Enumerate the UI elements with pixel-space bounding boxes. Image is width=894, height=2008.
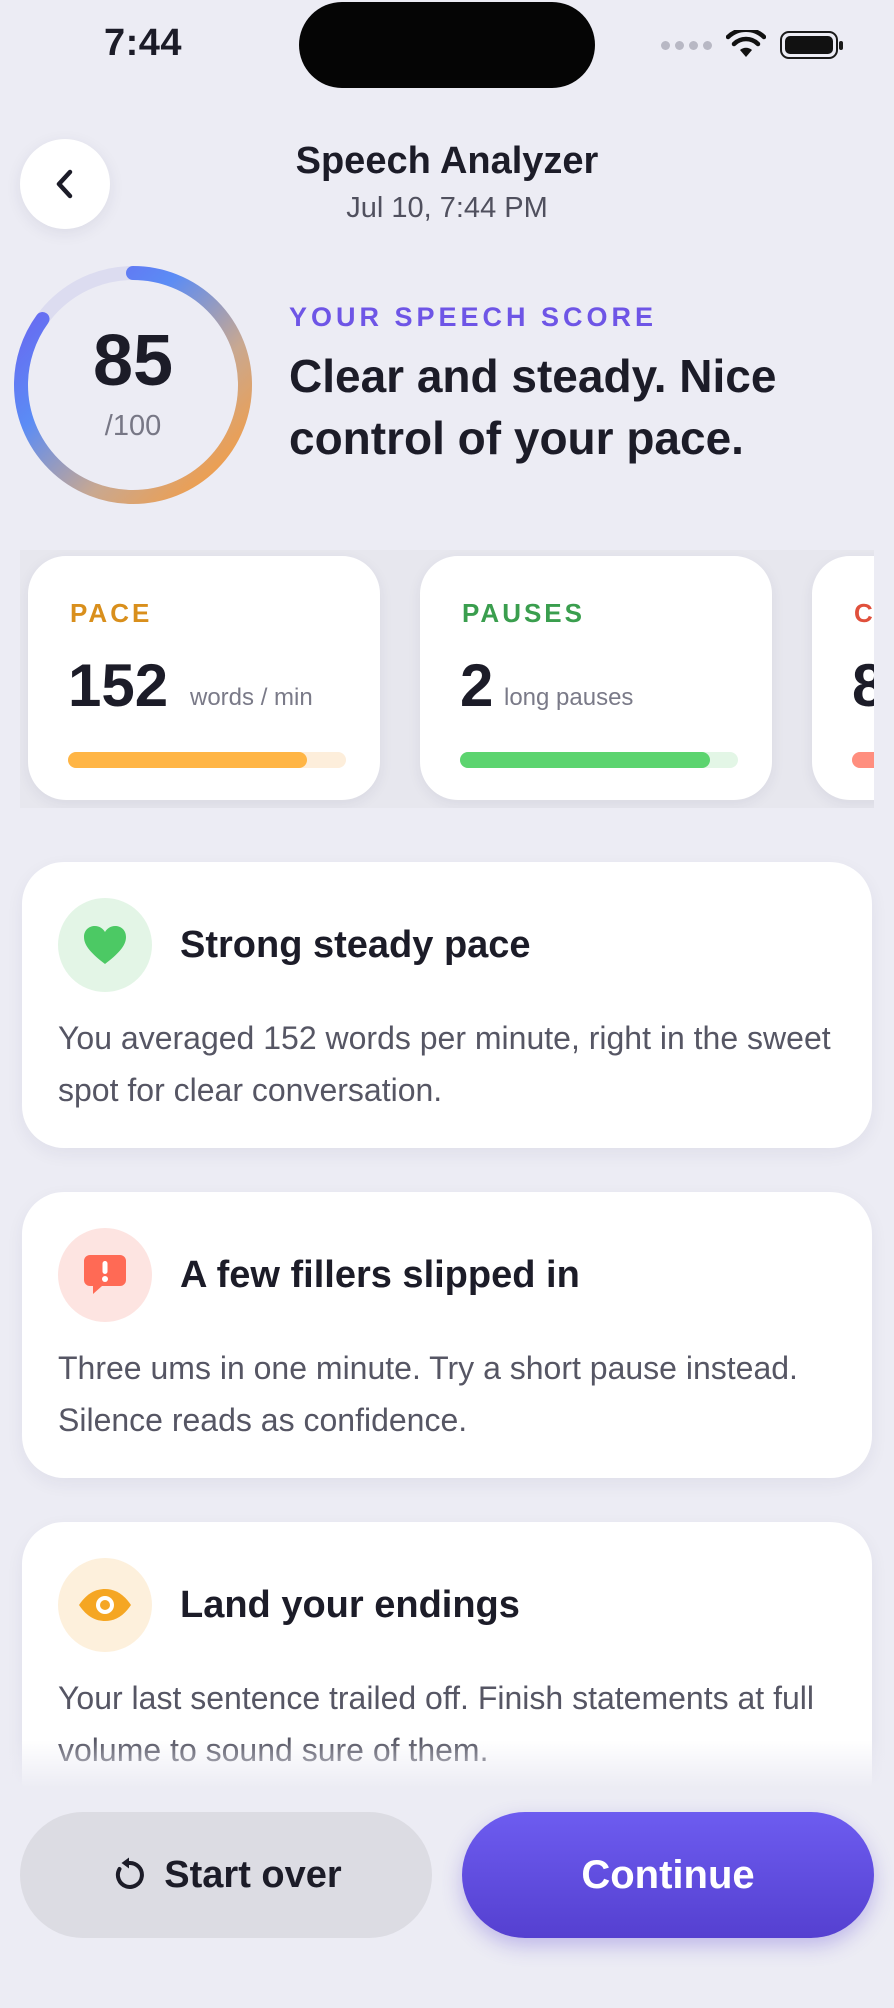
metric-value: 8 bbox=[852, 652, 874, 719]
page-subtitle: Jul 10, 7:44 PM bbox=[346, 192, 548, 224]
battery-icon bbox=[780, 31, 843, 59]
status-time: 7:44 bbox=[104, 22, 183, 64]
status-bar: 7:44 bbox=[0, 0, 894, 100]
insight-icon-badge bbox=[58, 1228, 152, 1322]
insight-icon-badge bbox=[58, 1558, 152, 1652]
insight-card-fillers: A few fillers slipped in Three ums in on… bbox=[22, 1192, 872, 1478]
metric-title: PACE bbox=[70, 598, 153, 628]
restart-icon bbox=[116, 1857, 145, 1889]
continue-label: Continue bbox=[581, 1852, 755, 1897]
insight-card-pace: Strong steady pace You averaged 152 word… bbox=[22, 862, 872, 1148]
metric-unit: long pauses bbox=[504, 684, 634, 711]
cellular-signal-icon bbox=[661, 40, 712, 50]
continue-button[interactable]: Continue bbox=[462, 1812, 874, 1938]
insight-body: You averaged 152 words per minute, right… bbox=[58, 1020, 831, 1108]
dynamic-island bbox=[299, 2, 595, 88]
metric-bar-track bbox=[460, 752, 738, 768]
page-title: Speech Analyzer bbox=[295, 140, 599, 182]
metric-title: PAUSES bbox=[462, 598, 585, 628]
insight-title: Strong steady pace bbox=[180, 924, 531, 966]
score-denominator: /100 bbox=[104, 410, 162, 442]
metric-title: CO bbox=[854, 598, 874, 628]
metric-bar-fill bbox=[68, 752, 308, 768]
insight-body: Three ums in one minute. Try a short pau… bbox=[58, 1350, 798, 1438]
eye-icon bbox=[79, 1589, 131, 1621]
metrics-carousel[interactable]: PACE 152 words / min PAUSES 2 long pause… bbox=[20, 550, 874, 808]
insight-title: Land your endings bbox=[180, 1584, 520, 1626]
start-over-label: Start over bbox=[164, 1853, 342, 1896]
wifi-icon bbox=[726, 30, 766, 57]
metric-card-partial[interactable]: CO 8 bbox=[812, 556, 874, 800]
metric-card-pace[interactable]: PACE 152 words / min bbox=[28, 556, 380, 800]
metric-bar-track bbox=[68, 752, 346, 768]
scroll-fade bbox=[0, 1740, 894, 1788]
heart-icon bbox=[84, 926, 126, 964]
insight-title: A few fillers slipped in bbox=[180, 1254, 580, 1296]
insight-icon-badge bbox=[58, 898, 152, 992]
metric-value: 2 bbox=[460, 652, 494, 719]
metric-value: 152 bbox=[68, 652, 169, 719]
metric-card-pauses[interactable]: PAUSES 2 long pauses bbox=[420, 556, 772, 800]
metric-unit: words / min bbox=[190, 684, 313, 711]
start-over-button[interactable]: Start over bbox=[20, 1812, 432, 1938]
metric-bar-fill bbox=[852, 752, 874, 768]
metric-bar-track bbox=[852, 752, 874, 768]
score-label: YOUR SPEECH SCORE bbox=[289, 302, 658, 332]
alert-bubble-icon bbox=[84, 1255, 126, 1294]
score-value: 85 bbox=[92, 321, 174, 401]
status-indicators bbox=[661, 30, 843, 60]
metric-bar-fill bbox=[460, 752, 711, 768]
score-headline: Clear and steady. Nice control of your p… bbox=[289, 350, 777, 464]
